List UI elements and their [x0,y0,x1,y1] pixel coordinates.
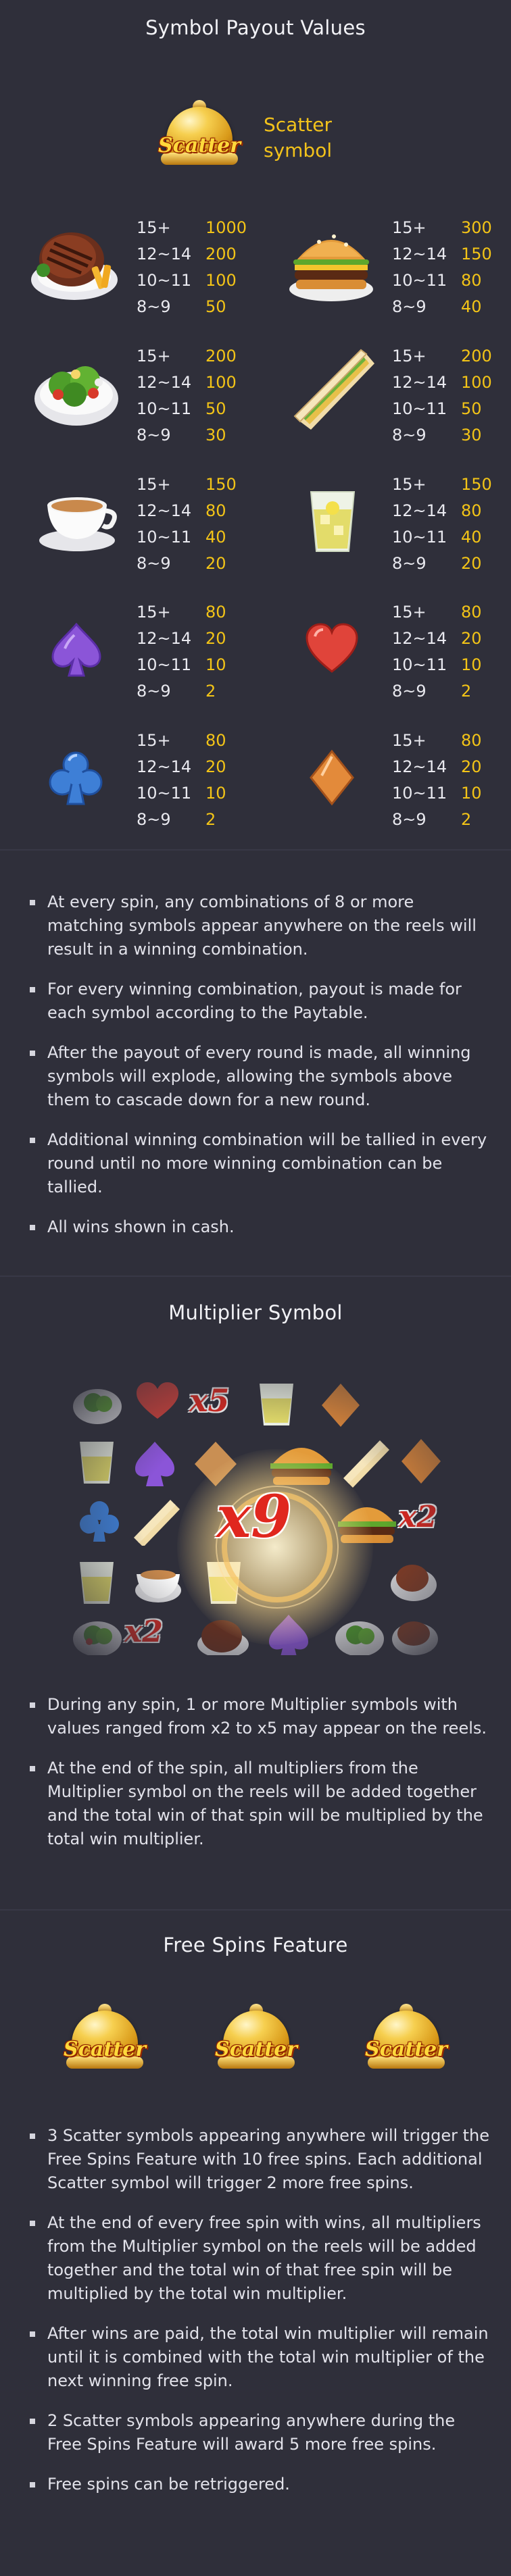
salad-payout-table: 15+ 200 12~14 100 10~11 50 8~9 30 [137,346,237,445]
coffee-payout-table: 15+ 150 12~14 80 10~11 40 8~9 20 [137,474,237,573]
lemonade-payout-table: 15+ 150 12~14 80 10~11 40 8~9 20 [392,474,492,573]
multiplier-section-title: Multiplier Symbol [168,1301,343,1324]
payout-rules-list: At every spin, any combinations of 8 or … [30,890,489,1255]
coffee-cup-icon [39,497,117,551]
scatter-symbol-icon: Scatter [158,100,241,168]
scatter-symbol-icon: Scatter [64,2004,146,2071]
payout-section-title: Symbol Payout Values [145,16,366,39]
list-item: Free spins can be retriggered. [30,2473,489,2496]
steak-payout-table: 15+ 1000 12~14 200 10~11 100 8~9 50 [137,218,247,316]
salad-icon [34,366,118,426]
list-item: All wins shown in cash. [30,1215,489,1239]
section-divider [0,1909,511,1911]
multiplier-rules-list: During any spin, 1 or more Multiplier sy… [30,1693,489,1867]
sandwich-payout-table: 15+ 200 12~14 100 10~11 50 8~9 30 [392,346,492,445]
free-spins-rules-list: 3 Scatter symbols appearing anywhere wil… [30,2124,489,2512]
spade-payout-table: 15+ 80 12~14 20 10~11 10 8~9 2 [137,602,226,701]
steak-icon [31,232,118,300]
lemonade-glass-icon [310,491,356,552]
burger-icon [289,234,373,301]
section-divider [0,849,511,851]
free-spins-section-title: Free Spins Feature [163,1934,348,1956]
scatter-symbol-icon: Scatter [215,2004,297,2071]
sandwich-icon [293,349,374,430]
list-item: Additional winning combination will be t… [30,1128,489,1199]
section-divider [0,1276,511,1277]
list-item: At the end of the spin, all multipliers … [30,1757,489,1851]
burger-payout-table: 15+ 300 12~14 150 10~11 80 8~9 40 [392,218,492,316]
club-payout-table: 15+ 80 12~14 20 10~11 10 8~9 2 [137,730,226,829]
list-item: 2 Scatter symbols appearing anywhere dur… [30,2409,489,2456]
diamond-icon [310,749,354,806]
list-item: For every winning combination, payout is… [30,978,489,1025]
scatter-symbol-label: Scatter symbol [264,113,333,161]
list-item: At every spin, any combinations of 8 or … [30,890,489,961]
scatter-icon-text: Scatter [158,134,241,157]
heart-icon [306,623,358,673]
list-item: After wins are paid, the total win multi… [30,2322,489,2393]
club-icon [49,751,103,805]
list-item: After the payout of every round is made,… [30,1041,489,1112]
spade-icon [51,622,101,677]
scatter-symbol-icon: Scatter [365,2004,447,2071]
heart-payout-table: 15+ 80 12~14 20 10~11 10 8~9 2 [392,602,482,701]
list-item: During any spin, 1 or more Multiplier sy… [30,1693,489,1740]
list-item: At the end of every free spin with wins,… [30,2211,489,2306]
list-item: 3 Scatter symbols appearing anywhere wil… [30,2124,489,2195]
multiplier-x9-symbol: x9 [216,1483,292,1551]
diamond-payout-table: 15+ 80 12~14 20 10~11 10 8~9 2 [392,730,482,829]
